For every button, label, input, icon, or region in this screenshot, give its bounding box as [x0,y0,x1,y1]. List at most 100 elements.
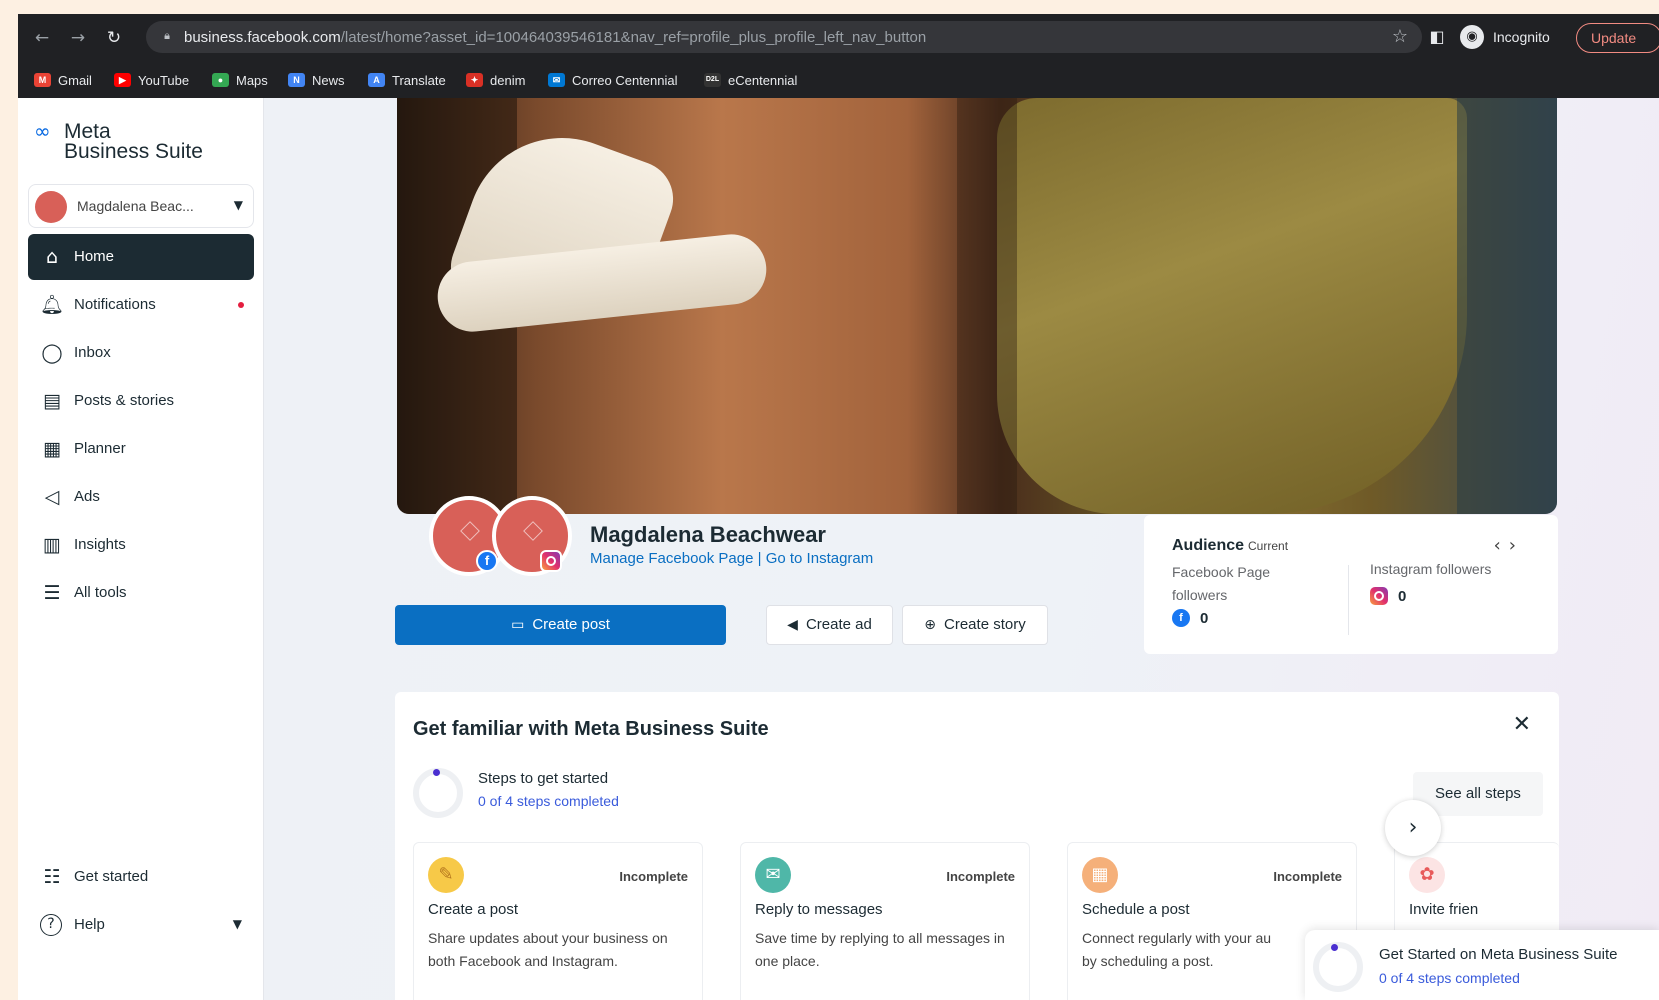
bookmark-maps[interactable]: ● Maps [212,71,268,89]
cover-photo[interactable] [397,98,1557,514]
close-icon[interactable]: ✕ [1513,712,1531,737]
sidebar-item-inbox[interactable]: ◯ Inbox [28,330,254,376]
get-started-toast[interactable]: Get Started on Meta Business Suite 0 of … [1305,930,1659,1000]
bookmark-label: denim [490,72,526,88]
avatar-diamond-icon [460,521,480,541]
side-panel-icon[interactable]: ◧ [1426,26,1448,48]
brand-line2: Business Suite [64,140,203,163]
bookmark-news[interactable]: N News [288,71,345,89]
sidebar-item-label: Get started [74,868,149,885]
create-post-icon: ▭ [511,617,525,633]
lock-icon: 🔒︎ [164,29,170,42]
steps-progress: 0 of 4 steps completed [478,793,619,809]
create-post-button[interactable]: ▭ Create post [395,605,726,645]
cover-gold-suit [997,98,1467,514]
forward-icon[interactable]: → [68,28,88,48]
chevron-left-icon[interactable]: ‹ [1494,535,1509,556]
maps-icon: ● [212,73,229,87]
progress-ring [1313,942,1363,992]
go-to-instagram-link[interactable]: Go to Instagram [766,550,874,567]
facebook-followers-count: 0 [1200,609,1209,627]
browser-chrome: ← → ↻ 🔒︎ business.facebook.com/latest/ho… [18,14,1659,98]
sidebar-item-notifications[interactable]: 🔔︎ Notifications [28,282,254,328]
sidebar-item-label: Notifications [74,296,156,313]
bookmark-star-icon[interactable]: ☆ [1392,26,1408,47]
url-host: business.facebook.com [184,29,341,46]
bookmark-ecentennial[interactable]: D2L eCentennial [704,71,797,89]
audience-card: Audience Current ‹› Facebook Page followe… [1144,515,1558,654]
url-text[interactable]: business.facebook.com/latest/home?asset_… [184,29,926,46]
bookmark-youtube[interactable]: ▶ YouTube [114,71,189,89]
sidebar-item-label: Ads [74,488,100,505]
reload-icon[interactable]: ↻ [104,28,124,48]
news-icon: N [288,73,305,87]
chat-bubble-icon: ◯ [41,342,63,364]
task-status: Incomplete [946,869,1015,884]
sidebar-item-get-started[interactable]: ☷ Get started [28,854,254,900]
bookmark-label: eCentennial [728,72,798,88]
mail-icon: ✉ [548,73,565,87]
incognito-label: Incognito [1493,29,1550,45]
gmail-icon: M [34,73,51,87]
sidebar-item-label: Posts & stories [74,392,175,409]
task-title: Invite frien [1409,901,1479,918]
audience-current: Current [1248,539,1289,553]
bookmark-correo[interactable]: ✉ Correo Centennial [548,71,678,89]
incognito-icon[interactable]: ◉ [1460,25,1484,49]
sidebar-item-planner[interactable]: ▦ Planner [28,426,254,472]
carousel-next-button[interactable]: › [1385,800,1441,856]
bookmark-gmail[interactable]: M Gmail [34,71,92,89]
bookmark-label: Correo Centennial [572,72,678,88]
task-card-reply-messages[interactable]: ✉ Incomplete Reply to messages Save time… [740,842,1030,1000]
progress-ring [413,768,463,818]
leaf-icon: ✦ [466,73,483,87]
update-button[interactable]: Update [1576,23,1659,53]
bookmark-label: YouTube [138,72,190,88]
instagram-icon [540,550,562,572]
sidebar-item-insights[interactable]: ▥ Insights [28,522,254,568]
menu-icon: ☰ [43,582,61,604]
sidebar-item-label: Home [74,248,115,265]
task-title: Create a post [428,901,519,918]
checklist-icon: ☷ [43,866,61,888]
link-separator: | [757,550,762,567]
pencil-icon: ✎ [428,857,464,893]
profile-links: Manage Facebook Page | Go to Instagram [590,550,873,567]
task-status: Incomplete [619,869,688,884]
create-story-button[interactable]: ⊕ Create story [902,605,1048,645]
task-description-line2: by scheduling a post. [1082,953,1214,969]
manage-facebook-page-link[interactable]: Manage Facebook Page [590,550,753,567]
caret-down-icon: ▼ [232,917,242,931]
meta-infinity-icon: ∞ [34,119,51,143]
facebook-icon: f [476,550,498,572]
instagram-icon [1370,587,1388,605]
notification-dot [238,302,244,308]
toast-progress: 0 of 4 steps completed [1379,970,1520,986]
sidebar-item-ads[interactable]: ◁ Ads [28,474,254,520]
create-ad-button[interactable]: ◀ Create ad [766,605,893,645]
sidebar-item-home[interactable]: ⌂ Home [28,234,254,280]
megaphone-icon: ◀ [787,617,798,633]
posts-icon: ▤ [43,390,61,412]
cover-shadow-mid [957,98,1017,514]
sidebar-item-posts-stories[interactable]: ▤ Posts & stories [28,378,254,424]
chevron-right-icon[interactable]: › [1509,535,1524,556]
audience-nav[interactable]: ‹› [1494,535,1524,556]
back-icon[interactable]: ← [32,28,52,48]
sidebar-item-label: Help [74,916,105,933]
get-familiar-title: Get familiar with Meta Business Suite [413,718,769,740]
bookmark-translate[interactable]: A Translate [368,71,446,89]
create-story-label: Create story [944,616,1026,633]
bookmark-denim[interactable]: ✦ denim [466,71,525,89]
facebook-icon: f [1172,609,1190,627]
add-story-icon: ⊕ [924,617,937,633]
task-card-create-post[interactable]: ✎ Incomplete Create a post Share updates… [413,842,703,1000]
account-switcher[interactable]: Magdalena Beac... ▼ [28,184,254,228]
sidebar-item-all-tools[interactable]: ☰ All tools [28,570,254,616]
message-icon: ✉ [755,857,791,893]
url-bar[interactable]: 🔒︎ business.facebook.com/latest/home?ass… [146,21,1422,53]
schedule-icon: ▦ [1082,857,1118,893]
create-post-label: Create post [532,616,610,633]
account-name: Magdalena Beac... [77,198,194,214]
sidebar-item-help[interactable]: ? Help ▼ [28,902,254,948]
